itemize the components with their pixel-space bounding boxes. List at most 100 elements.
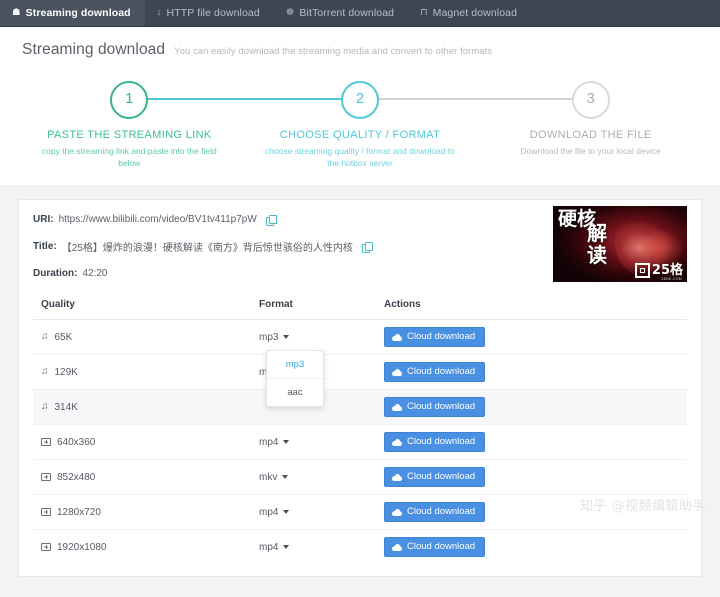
format-selector[interactable]: mp3 bbox=[259, 331, 290, 343]
cloud-download-label: Cloud download bbox=[407, 471, 476, 482]
quality-label: 314K bbox=[54, 401, 78, 413]
thumbnail-logo-subtext: 25GE.COM bbox=[661, 277, 682, 281]
step-3-title: DOWNLOAD THE FILE bbox=[529, 129, 652, 141]
download-options-table: Quality Format Actions ♫ 65K mp3 Cloud down… bbox=[33, 293, 687, 564]
format-label: mp4 bbox=[259, 541, 279, 553]
cell-actions: Cloud download bbox=[376, 459, 687, 495]
format-dropdown-menu[interactable]: mp3 aac bbox=[266, 350, 324, 407]
video-thumbnail: 硬核 解读 25格 25GE.COM bbox=[553, 206, 687, 282]
progress-stepper: 1 PASTE THE STREAMING LINK copy the stre… bbox=[0, 69, 720, 185]
step-1-number: 1 bbox=[110, 81, 149, 119]
cloud-icon bbox=[392, 473, 402, 481]
bittorrent-icon: ☸ bbox=[285, 7, 295, 19]
cloud-icon bbox=[392, 333, 402, 341]
format-selector[interactable]: mp4 bbox=[259, 541, 290, 553]
page-subtitle: You can easily download the streaming me… bbox=[174, 46, 493, 57]
cloud-download-label: Cloud download bbox=[407, 331, 476, 342]
nav-tab-label: HTTP file download bbox=[166, 7, 260, 19]
uri-value: https://www.bilibili.com/video/BV1tv411p… bbox=[58, 214, 257, 225]
cloud-download-button[interactable]: Cloud download bbox=[384, 502, 486, 522]
cloud-download-button[interactable]: Cloud download bbox=[384, 467, 486, 487]
download-options-body: ♫ 65K mp3 Cloud download ♫ 129K mp3 Cloud downl… bbox=[33, 319, 687, 565]
nav-tab-bittorrent-download[interactable]: ☸ BitTorrent download bbox=[274, 0, 408, 26]
format-label: mp4 bbox=[259, 436, 279, 448]
quality-label: 640x360 bbox=[57, 436, 96, 448]
column-header-actions: Actions bbox=[376, 293, 687, 320]
format-selector[interactable]: mp4 bbox=[259, 507, 290, 518]
format-label: mkv bbox=[259, 471, 278, 483]
duration-value: 42:20 bbox=[82, 268, 108, 279]
step-3-download-file: 3 DOWNLOAD THE FILE Download the file to… bbox=[475, 77, 706, 169]
page-header: Streaming download You can easily downlo… bbox=[0, 27, 720, 69]
thumbnail-glow bbox=[636, 228, 685, 267]
cell-quality: ♫ 314K bbox=[33, 389, 251, 425]
chevron-down-icon bbox=[283, 510, 290, 514]
cell-format: mkv bbox=[251, 459, 376, 495]
quality-label: 1920x1080 bbox=[57, 541, 107, 553]
chevron-down-icon bbox=[283, 335, 290, 339]
cloud-download-label: Cloud download bbox=[407, 401, 476, 412]
cell-quality: ♫ 129K bbox=[33, 354, 251, 390]
film-strip-icon bbox=[41, 473, 51, 481]
quality-label: 65K bbox=[54, 331, 73, 343]
cloud-download-label: Cloud download bbox=[407, 541, 476, 552]
film-strip-icon bbox=[41, 508, 51, 516]
cell-format: mp4 bbox=[251, 494, 376, 530]
cloud-download-button[interactable]: Cloud download bbox=[384, 537, 486, 557]
table-row: ♫ 129K mp3 Cloud download bbox=[33, 354, 687, 390]
bracket-logo-icon bbox=[634, 263, 650, 278]
table-row: ♫ 65K mp3 Cloud download bbox=[33, 319, 687, 355]
film-strip-icon bbox=[41, 543, 51, 551]
format-label: mp3 bbox=[259, 331, 279, 343]
table-row: 852x480 mkv Cloud download bbox=[33, 459, 687, 495]
cell-actions: Cloud download bbox=[376, 389, 687, 425]
cell-quality: 852x480 bbox=[33, 459, 251, 495]
cloud-download-button[interactable]: Cloud download bbox=[384, 397, 486, 417]
step-1-paste-link: 1 PASTE THE STREAMING LINK copy the stre… bbox=[14, 77, 360, 169]
media-result-card: 硬核 解读 25格 25GE.COM URI: https://www.bili… bbox=[18, 199, 702, 577]
table-row: 640x360 mp4 Cloud download bbox=[33, 424, 687, 460]
cloud-download-button[interactable]: Cloud download bbox=[384, 327, 486, 347]
format-selector[interactable]: mp4 bbox=[259, 436, 290, 448]
step-2-title: CHOOSE QUALITY / FORMAT bbox=[279, 129, 441, 141]
step-3-number: 3 bbox=[571, 81, 610, 119]
format-option-aac[interactable]: aac bbox=[267, 379, 323, 406]
cell-actions: Cloud download bbox=[376, 424, 687, 460]
cell-actions: Cloud download bbox=[376, 354, 687, 390]
cloud-icon bbox=[392, 438, 402, 446]
copy-uri-icon[interactable] bbox=[265, 214, 277, 226]
video-camera-icon: ☗ bbox=[12, 7, 21, 19]
nav-tab-magnet-download[interactable]: ⊓ Magnet download bbox=[408, 0, 531, 26]
nav-tab-streaming-download[interactable]: ☗ Streaming download bbox=[0, 0, 145, 26]
chevron-down-icon bbox=[282, 475, 289, 479]
cloud-icon bbox=[392, 543, 402, 551]
uri-row: URI: https://www.bilibili.com/video/BV1t… bbox=[33, 214, 553, 226]
nav-tab-label: BitTorrent download bbox=[299, 7, 395, 19]
format-selector[interactable]: mkv bbox=[259, 471, 289, 483]
nav-tab-label: Streaming download bbox=[25, 7, 131, 19]
cloud-icon bbox=[392, 368, 402, 376]
column-header-quality: Quality bbox=[33, 293, 251, 320]
cloud-icon bbox=[392, 403, 402, 411]
nav-tab-http-file-download[interactable]: ↓ HTTP file download bbox=[145, 0, 274, 26]
uri-label: URI: bbox=[33, 214, 54, 225]
duration-row: Duration: 42:20 bbox=[33, 268, 553, 279]
cloud-download-label: Cloud download bbox=[407, 436, 476, 447]
chevron-down-icon bbox=[283, 440, 290, 444]
table-header-row: Quality Format Actions bbox=[33, 293, 687, 320]
quality-label: 852x480 bbox=[57, 471, 96, 483]
cloud-download-button[interactable]: Cloud download bbox=[384, 362, 486, 382]
cloud-download-label: Cloud download bbox=[407, 506, 476, 517]
copy-title-icon[interactable] bbox=[361, 241, 373, 253]
cell-format: mp4 bbox=[251, 424, 376, 460]
step-1-title: PASTE THE STREAMING LINK bbox=[47, 129, 212, 141]
chevron-down-icon bbox=[283, 545, 290, 549]
film-strip-icon bbox=[41, 438, 51, 446]
content-band: 硬核 解读 25格 25GE.COM URI: https://www.bili… bbox=[0, 185, 720, 597]
table-row: 1920x1080 mp4 Cloud download bbox=[33, 530, 687, 565]
cell-quality: 1920x1080 bbox=[33, 530, 251, 565]
cloud-download-button[interactable]: Cloud download bbox=[384, 432, 486, 452]
step-2-choose-quality: 2 CHOOSE QUALITY / FORMAT choose streami… bbox=[129, 77, 591, 169]
format-option-mp3[interactable]: mp3 bbox=[267, 351, 323, 379]
cell-quality: 1280x720 bbox=[33, 494, 251, 530]
